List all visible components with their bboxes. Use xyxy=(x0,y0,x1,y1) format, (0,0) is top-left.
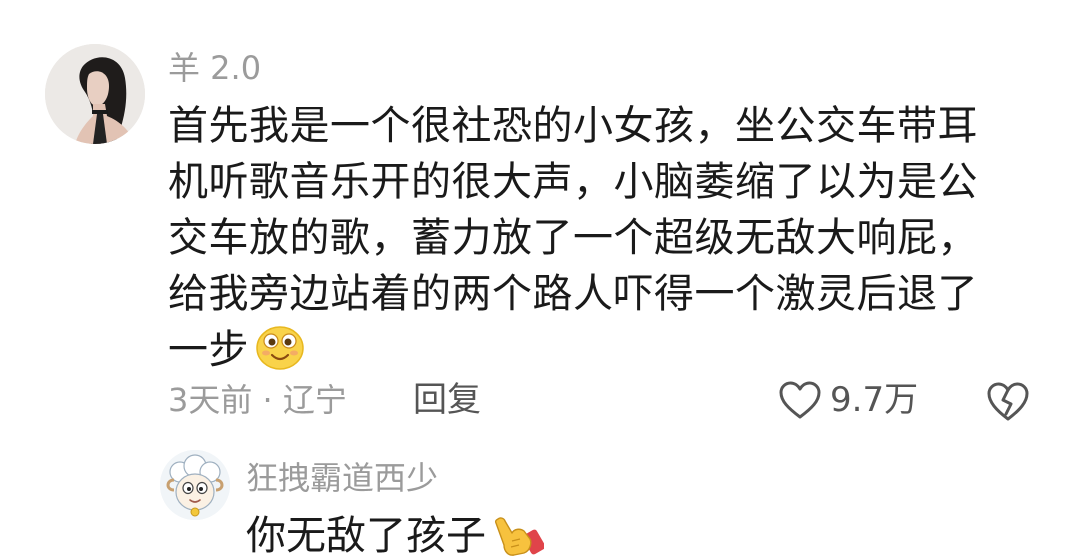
comment-line-last: 一步 xyxy=(168,322,1028,378)
comment-line: 机听歌音乐开的很大声，小脑萎缩了以为是公 xyxy=(168,159,978,205)
comment-line: 交车放的歌，蓄力放了一个超级无敌大响屁， xyxy=(168,215,978,261)
broken-heart-icon xyxy=(987,382,1029,421)
grinning-face-emoji-icon xyxy=(256,326,304,370)
like-button[interactable]: 9.7万 xyxy=(778,378,918,422)
comment-line: 首先我是一个很社恐的小女孩，坐公交车带耳 xyxy=(168,103,978,149)
avatar-photo-icon xyxy=(45,44,145,144)
reply-text: 你无敌了孩子 xyxy=(246,513,486,558)
user-avatar[interactable] xyxy=(45,44,145,144)
cartoon-sheep-avatar-icon xyxy=(160,450,230,520)
comment-line: 给我旁边站着的两个路人吓得一个激灵后退了 xyxy=(168,271,978,317)
reply-button[interactable]: 回复 xyxy=(413,378,481,422)
like-count: 9.7万 xyxy=(830,380,919,420)
reply-comment: 你无敌了孩子 xyxy=(246,510,544,558)
comment-text: 首先我是一个很社恐的小女孩，坐公交车带耳 机听歌音乐开的很大声，小脑萎缩了以为是… xyxy=(168,98,1028,378)
reply-user-avatar[interactable] xyxy=(160,450,230,520)
comment-line: 一步 xyxy=(168,327,249,373)
dislike-button[interactable] xyxy=(986,380,1030,422)
pointing-hand-emoji-icon xyxy=(494,517,544,556)
comment-thread: 羊 2.0 首先我是一个很社恐的小女孩，坐公交车带耳 机听歌音乐开的很大声，小脑… xyxy=(0,0,1078,558)
heart-outline-icon xyxy=(779,381,821,419)
username[interactable]: 羊 2.0 xyxy=(168,48,261,88)
reply-username[interactable]: 狂拽霸道西少 xyxy=(246,458,438,498)
comment-meta: 3天前 · 辽宁 xyxy=(168,381,347,419)
